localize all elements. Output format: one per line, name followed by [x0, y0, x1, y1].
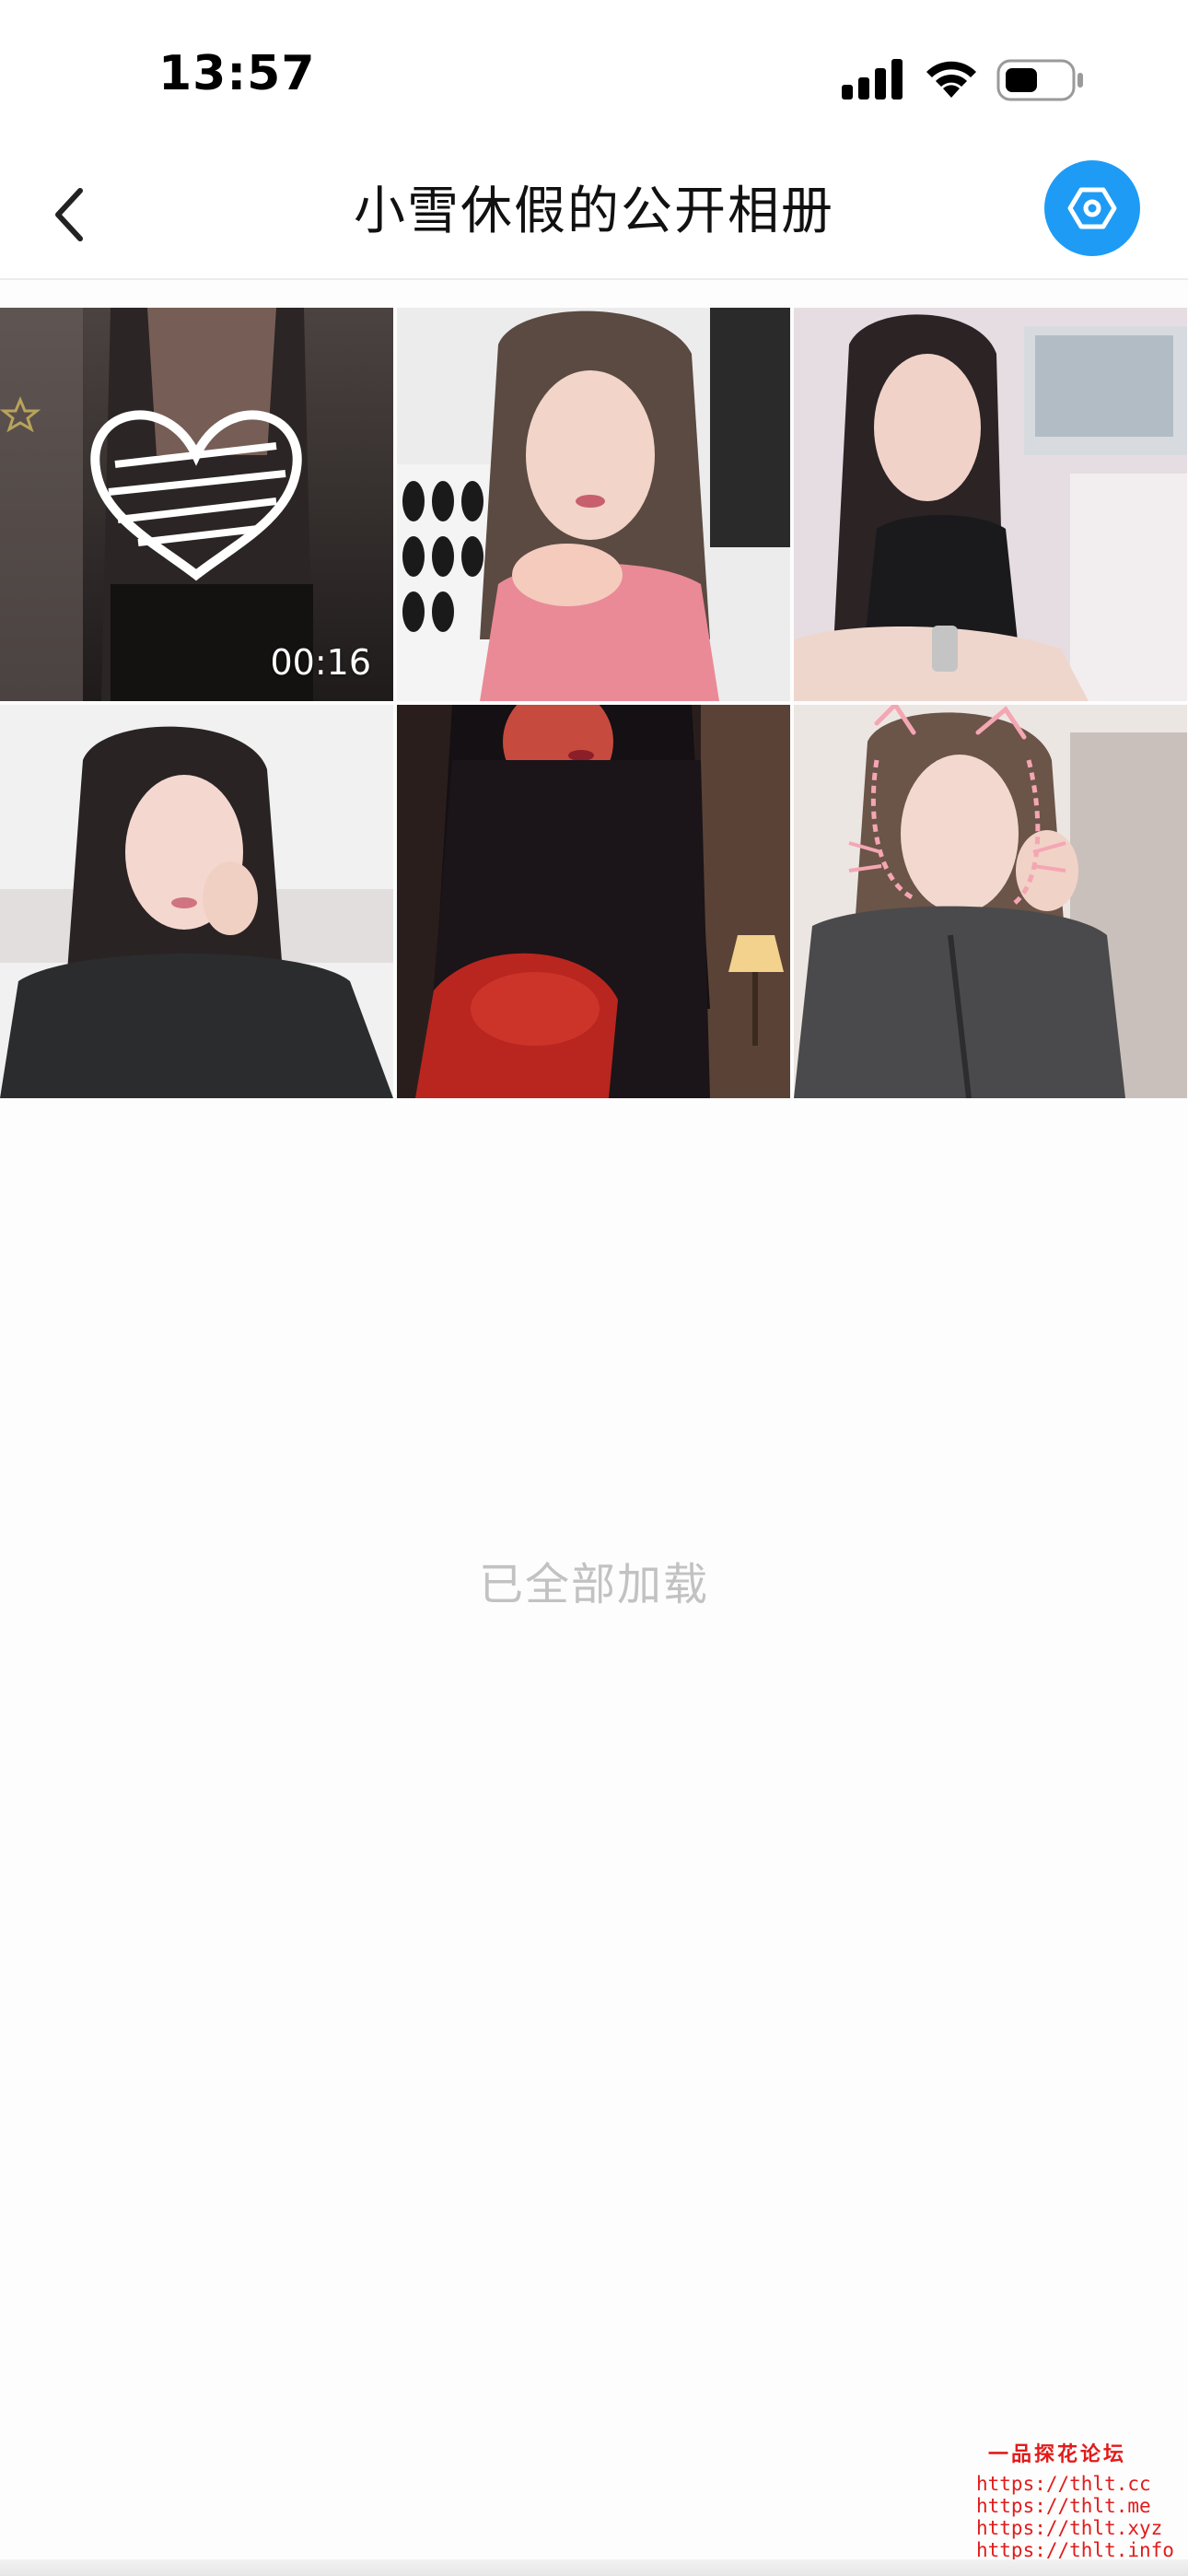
- photo-thumbnail-image: [0, 705, 393, 1098]
- load-status-text: 已全部加载: [478, 1559, 709, 1610]
- photo-thumbnail-image: [397, 705, 790, 1098]
- photo-thumbnail-image: [397, 308, 790, 701]
- hexagon-settings-icon: [1067, 187, 1117, 229]
- watermark: 一品探花论坛 https://thlt.cc https://thlt.me h…: [976, 2438, 1174, 2561]
- page-title: 小雪休假的公开相册: [354, 181, 834, 241]
- watermark-url: https://thlt.cc: [976, 2473, 1151, 2495]
- album-settings-button[interactable]: [1044, 160, 1140, 256]
- photo-grid: 00:16: [0, 308, 1188, 1098]
- photo-thumbnail[interactable]: [0, 705, 393, 1098]
- photo-thumbnail[interactable]: [794, 308, 1187, 701]
- chevron-left-icon: [55, 188, 83, 241]
- photo-thumbnail-image: [794, 308, 1187, 701]
- status-time: 13:57: [158, 46, 316, 101]
- photo-thumbnail-image: [794, 705, 1187, 1098]
- watermark-url: https://thlt.xyz: [976, 2517, 1163, 2539]
- watermark-url: https://thlt.me: [976, 2495, 1151, 2517]
- photo-thumbnail[interactable]: [794, 705, 1187, 1098]
- video-duration: 00:16: [270, 642, 371, 683]
- cellular-signal-icon: [842, 59, 903, 100]
- watermark-url: https://thlt.info: [976, 2539, 1174, 2561]
- watermark-title: 一品探花论坛: [987, 2443, 1126, 2466]
- wifi-icon: [926, 61, 976, 98]
- navigation-bar: 小雪休假的公开相册: [0, 147, 1188, 280]
- back-button[interactable]: [28, 173, 111, 256]
- video-thumbnail[interactable]: 00:16: [0, 308, 393, 701]
- status-bar: 13:57: [0, 0, 1188, 147]
- photo-thumbnail[interactable]: [397, 705, 790, 1098]
- photo-thumbnail[interactable]: [397, 308, 790, 701]
- home-indicator-bar: [0, 2559, 1188, 2576]
- battery-icon: [996, 59, 1083, 101]
